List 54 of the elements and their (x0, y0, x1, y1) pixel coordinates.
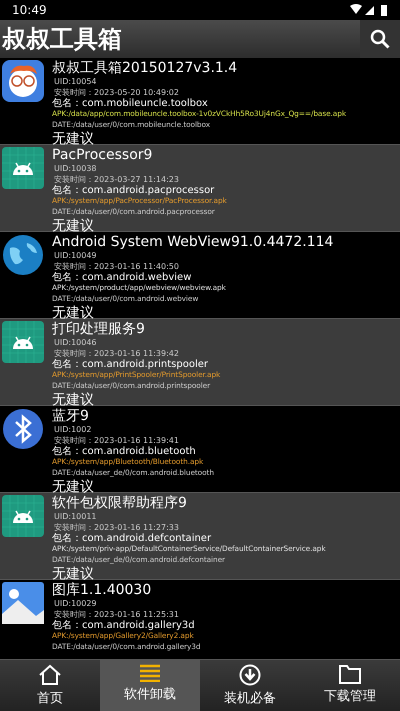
advice-text: 无建议 (52, 218, 95, 235)
app-uid: UID:10029 (53, 599, 98, 610)
advice-text: 无建议 (52, 566, 95, 582)
package-name: 包名：com.mobileuncle.toolbox (52, 98, 209, 109)
nav-tab[interactable]: 下载管理 (300, 660, 400, 711)
app-uid: UID:10049 (53, 251, 98, 262)
install-time: 安装时间：2023-01-16 11:40:50 (53, 262, 180, 272)
install-time: 安装时间：2023-01-16 11:39:42 (53, 348, 180, 359)
gallery-app-icon (2, 582, 44, 624)
app-uid: UID:10054 (53, 77, 98, 88)
android-app-icon (2, 147, 44, 189)
nav-tab[interactable]: 软件卸载 (100, 660, 200, 711)
status-icons (350, 4, 390, 16)
app-uid: UID:1002 (53, 425, 92, 436)
search-icon (370, 29, 390, 49)
status-time: 10:49 (12, 3, 47, 17)
package-name: 包名：com.android.webview (52, 272, 192, 283)
app-name: 图库1.1.40030 (52, 582, 152, 599)
cartoon-app-icon (2, 60, 44, 102)
advice-text: 无建议 (52, 131, 95, 148)
advice-text: 无建议 (52, 479, 95, 496)
package-name: 包名：com.android.bluetooth (52, 446, 197, 457)
app-uid: UID:10046 (53, 338, 98, 348)
globe-app-icon (2, 234, 44, 276)
download-icon (239, 664, 261, 686)
app-uid: UID:10038 (53, 164, 98, 174)
android-app-icon (2, 495, 44, 537)
package-name: 包名：com.android.pacprocessor (52, 185, 216, 196)
bluetooth-app-icon (2, 408, 44, 450)
app-name: 蓝牙9 (52, 408, 90, 425)
menu-icon (140, 664, 160, 682)
app-name: PacProcessor9 (52, 147, 154, 164)
package-name: 包名：com.android.printspooler (52, 359, 209, 370)
app-title: 叔叔工具箱 (0, 24, 122, 55)
advice-text: 无建议 (52, 305, 95, 322)
package-name: 包名：com.android.gallery3d (52, 620, 196, 631)
app-name: 软件包权限帮助程序9 (52, 495, 188, 512)
home-icon (38, 664, 62, 686)
android-app-icon (2, 321, 44, 363)
install-time: 安装时间：2023-01-16 11:27:33 (53, 522, 180, 533)
install-time: 安装时间：2023-01-16 11:39:41 (53, 436, 180, 446)
app-name: 叔叔工具箱20150127v3.1.4 (52, 60, 238, 77)
package-name: 包名：com.android.defcontainer (52, 533, 212, 544)
app-uid: UID:10011 (53, 512, 98, 522)
folder-icon (339, 664, 361, 684)
install-time: 安装时间：2023-01-16 11:25:31 (53, 610, 180, 620)
nav-tab[interactable]: 装机必备 (200, 660, 300, 711)
install-time: 安装时间：2023-03-27 11:14:23 (53, 174, 180, 185)
nav-tab[interactable]: 首页 (0, 660, 100, 711)
search-button[interactable] (360, 20, 400, 58)
install-time: 安装时间：2023-05-20 10:49:02 (53, 88, 180, 98)
app-name: 打印处理服务9 (52, 321, 146, 338)
app-name: Android System WebView91.0.4472.114 (52, 234, 334, 251)
advice-text: 无建议 (52, 392, 95, 408)
